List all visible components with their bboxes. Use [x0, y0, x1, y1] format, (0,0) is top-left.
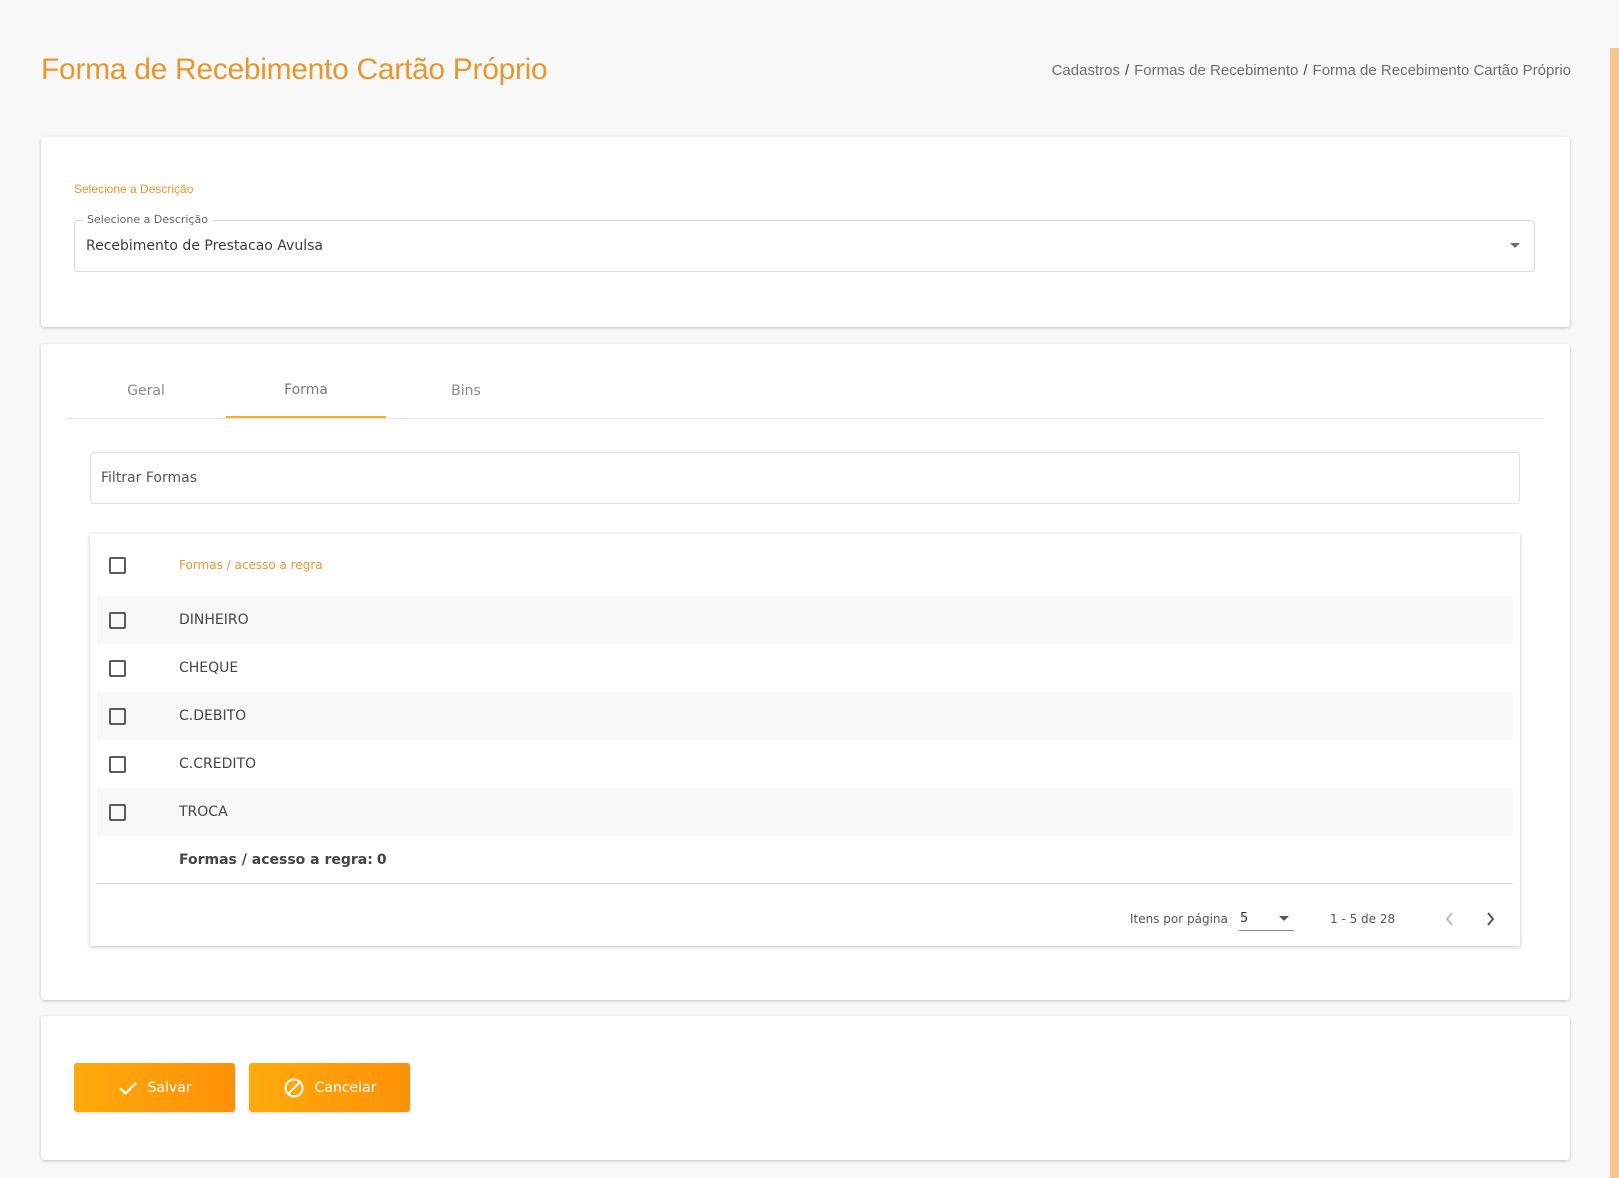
description-card: Selecione a Descrição Selecione a Descri… — [41, 137, 1570, 327]
caret-down-icon — [1510, 243, 1520, 248]
breadcrumb: Cadastros / Formas de Recebimento / Form… — [1052, 62, 1571, 79]
table-footer-summary: Formas / acesso a regra: 0 — [179, 852, 387, 868]
cancel-button[interactable]: Cancelar — [249, 1063, 410, 1112]
description-select[interactable]: Selecione a Descrição Recebimento de Pre… — [74, 213, 1535, 272]
table-row: CHEQUE — [97, 644, 1513, 692]
breadcrumb-item-formas-de-recebimento[interactable]: Formas de Recebimento — [1134, 62, 1298, 79]
tab-forma[interactable]: Forma — [226, 364, 386, 418]
cancel-button-label: Cancelar — [314, 1079, 377, 1096]
column-header-formas[interactable]: Formas / acesso a regra — [179, 558, 323, 572]
page-header: Forma de Recebimento Cartão Próprio Cada… — [41, 48, 1571, 92]
breadcrumb-item-cadastros[interactable]: Cadastros — [1052, 62, 1120, 79]
actions-card: Salvar Cancelar — [41, 1016, 1570, 1160]
tabs-card: Geral Forma Bins Formas / acesso a regra… — [41, 344, 1570, 1000]
table-row: DINHEIRO — [97, 596, 1513, 644]
table-header-row: Formas / acesso a regra — [97, 534, 1513, 596]
items-per-page-value: 5 — [1240, 911, 1249, 926]
table-row: TROCA — [97, 788, 1513, 836]
table-row: C.DEBITO — [97, 692, 1513, 740]
caret-down-icon — [1279, 916, 1289, 921]
breadcrumb-separator: / — [1124, 61, 1130, 79]
tab-bins[interactable]: Bins — [386, 364, 546, 418]
row-checkbox[interactable] — [109, 707, 126, 725]
page-range-label: 1 - 5 de 28 — [1330, 912, 1396, 926]
formas-table-card: Formas / acesso a regra DINHEIRO CHEQUE … — [90, 534, 1520, 946]
breadcrumb-separator: / — [1303, 61, 1308, 79]
row-checkbox[interactable] — [109, 659, 126, 677]
row-label: TROCA — [179, 804, 228, 820]
row-checkbox[interactable] — [109, 803, 126, 821]
row-label: CHEQUE — [179, 660, 239, 676]
row-checkbox[interactable] — [109, 611, 126, 629]
filter-formas-input[interactable] — [90, 452, 1520, 504]
check-icon — [118, 1080, 138, 1096]
section-label: Selecione a Descrição — [74, 182, 194, 196]
table-row: C.CREDITO — [97, 740, 1513, 788]
footer-count: 0 — [376, 851, 387, 868]
page-title: Forma de Recebimento Cartão Próprio — [41, 53, 548, 86]
footer-label: Formas / acesso a regra: — [179, 851, 373, 868]
row-checkbox[interactable] — [109, 755, 126, 773]
next-page-button[interactable] — [1477, 906, 1503, 932]
scrollbar[interactable] — [1610, 48, 1619, 1178]
select-all-checkbox[interactable] — [109, 556, 126, 574]
row-label: C.CREDITO — [179, 756, 257, 772]
items-per-page-select[interactable]: 5 — [1239, 910, 1294, 931]
description-select-label: Selecione a Descrição — [83, 213, 212, 226]
description-select-value: Recebimento de Prestacao Avulsa — [86, 238, 323, 254]
save-button-label: Salvar — [147, 1079, 192, 1096]
chevron-left-icon — [1445, 912, 1453, 926]
table-footer-row: Formas / acesso a regra: 0 — [97, 836, 1513, 884]
chevron-right-icon — [1487, 912, 1495, 926]
row-label: DINHEIRO — [179, 612, 249, 628]
save-button[interactable]: Salvar — [74, 1063, 235, 1112]
paginator: Itens por página 5 1 - 5 de 28 — [90, 892, 1520, 946]
row-label: C.DEBITO — [179, 708, 247, 724]
breadcrumb-item-current: Forma de Recebimento Cartão Próprio — [1312, 61, 1571, 79]
items-per-page-label: Itens por página — [1130, 912, 1228, 926]
previous-page-button[interactable] — [1437, 906, 1463, 932]
tab-bar: Geral Forma Bins — [66, 364, 1544, 419]
formas-table: Formas / acesso a regra DINHEIRO CHEQUE … — [97, 534, 1513, 884]
block-icon — [283, 1077, 305, 1099]
tab-geral[interactable]: Geral — [66, 364, 226, 418]
